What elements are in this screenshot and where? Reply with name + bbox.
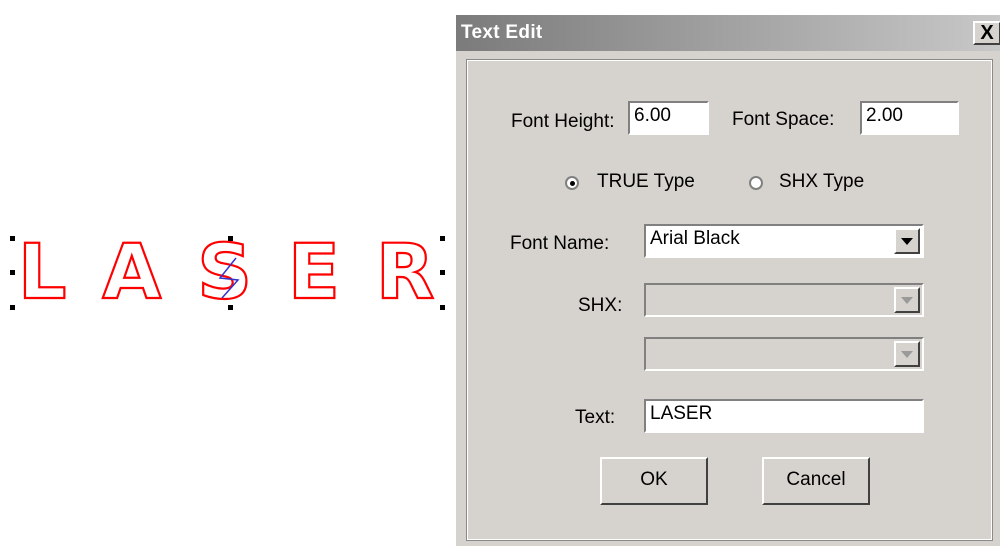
shx-select[interactable] <box>644 283 924 317</box>
drawing-canvas[interactable]: LASER <box>0 0 460 546</box>
radio-selected-dot <box>570 181 575 186</box>
radio-true-type[interactable] <box>565 176 579 190</box>
shx-bigfont-select[interactable] <box>644 337 924 371</box>
cancel-button[interactable]: Cancel <box>762 457 870 505</box>
close-icon: X <box>980 22 994 44</box>
laser-text-object[interactable]: LASER <box>0 0 460 546</box>
dialog-panel: Font Height: 6.00 Font Space: 2.00 TRUE … <box>466 59 993 541</box>
font-height-input[interactable]: 6.00 <box>628 101 709 135</box>
close-button[interactable]: X <box>973 21 1000 45</box>
chevron-down-icon <box>901 351 913 358</box>
font-height-label: Font Height: <box>511 111 615 132</box>
text-input[interactable]: LASER <box>644 399 924 433</box>
ok-button[interactable]: OK <box>600 457 708 505</box>
text-label: Text: <box>575 407 616 428</box>
font-space-label: Font Space: <box>732 109 835 130</box>
font-name-dropdown-button[interactable] <box>894 228 920 254</box>
dialog-title: Text Edit <box>461 22 543 43</box>
text-edit-dialog: Text Edit X Font Height: 6.00 Font Space… <box>455 14 1000 546</box>
laser-outline-glyphs: LASER <box>18 227 460 316</box>
font-name-select[interactable]: Arial Black <box>644 224 924 258</box>
font-space-input[interactable]: 2.00 <box>860 101 959 135</box>
shx-bigfont-dropdown-button[interactable] <box>894 341 920 367</box>
radio-shx-type[interactable] <box>749 176 763 190</box>
laser-outline-text: LASER <box>17 226 460 317</box>
font-name-value: Arial Black <box>650 228 740 249</box>
chevron-down-icon <box>901 297 913 304</box>
font-name-label: Font Name: <box>510 233 610 254</box>
shx-label: SHX: <box>578 295 623 316</box>
radio-true-type-label[interactable]: TRUE Type <box>597 171 695 193</box>
shx-dropdown-button[interactable] <box>894 287 920 313</box>
radio-shx-type-label[interactable]: SHX Type <box>779 171 864 193</box>
chevron-down-icon <box>901 238 913 245</box>
dialog-titlebar[interactable]: Text Edit X <box>456 15 1000 51</box>
